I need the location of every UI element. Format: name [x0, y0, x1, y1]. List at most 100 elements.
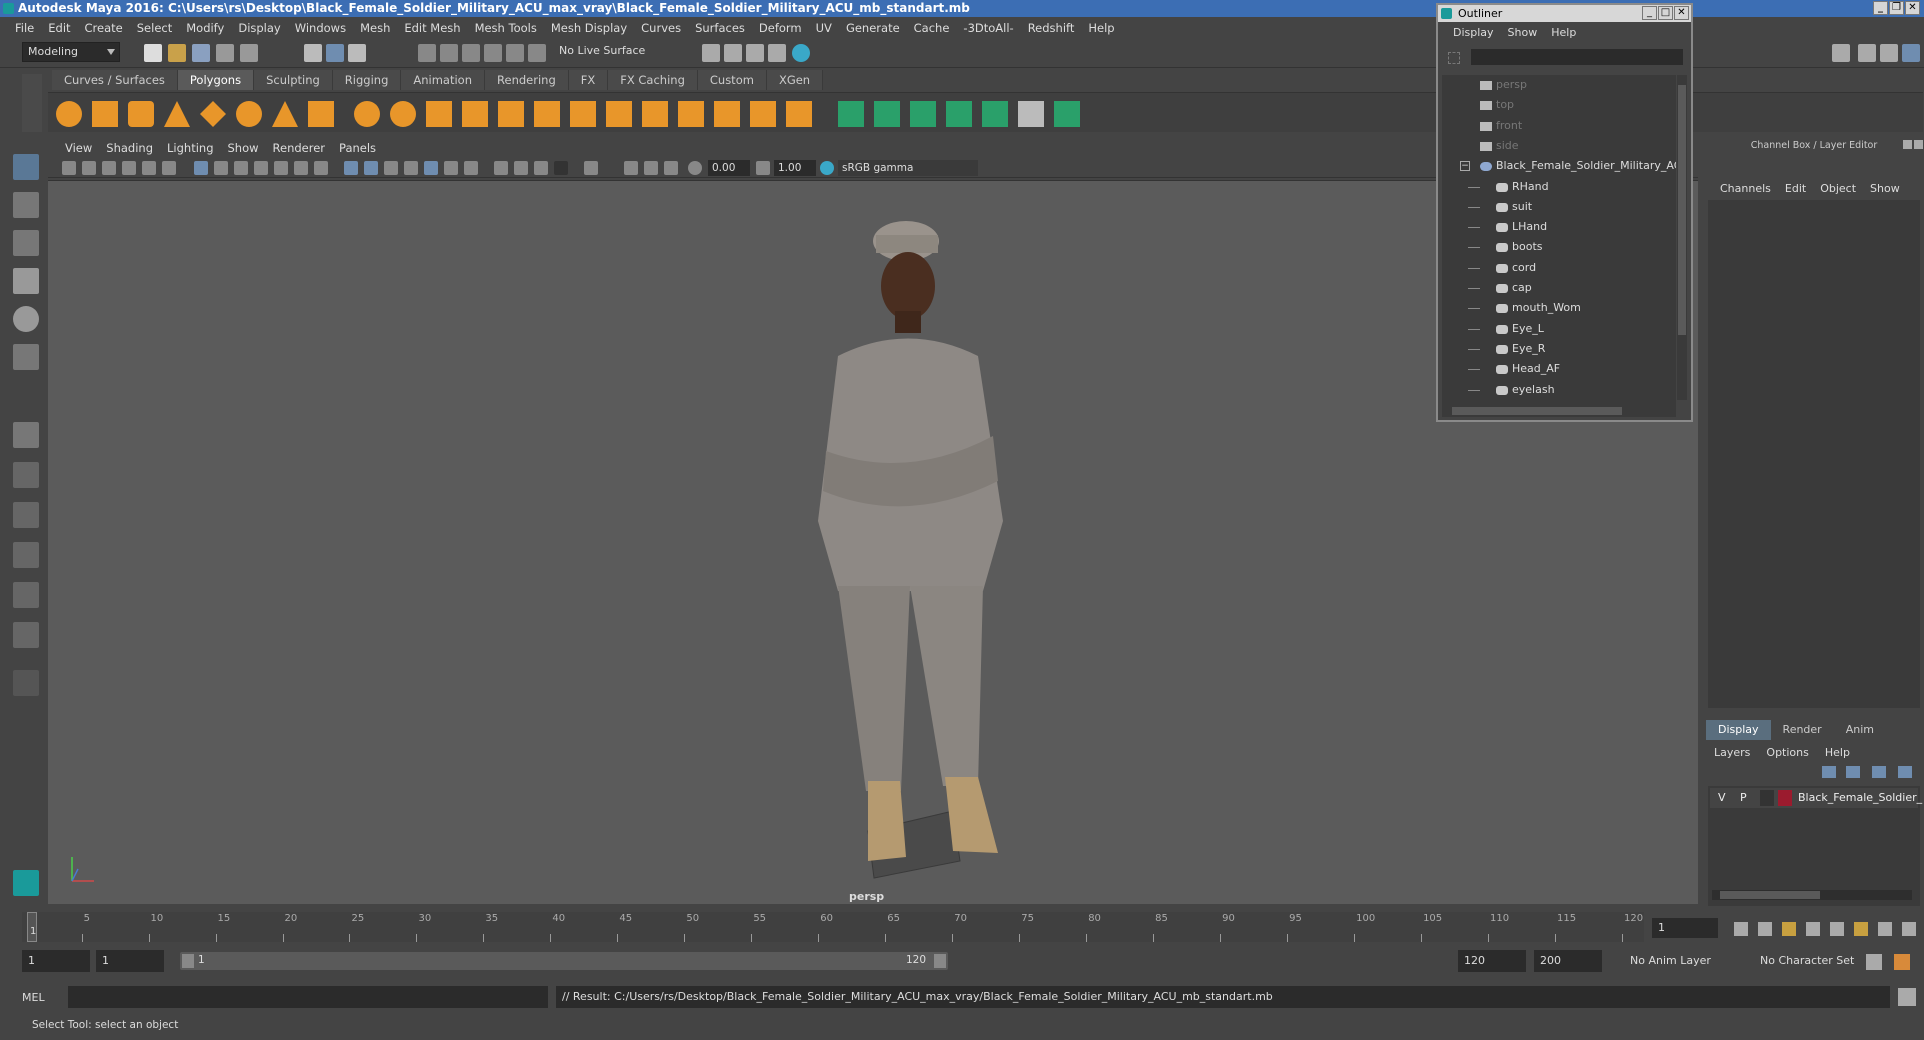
- channelbox-menu-show[interactable]: Show: [1864, 182, 1908, 195]
- grid-icon[interactable]: [194, 161, 208, 175]
- outliner-menu-help[interactable]: Help: [1544, 26, 1583, 39]
- new-scene-icon[interactable]: [144, 44, 162, 62]
- filter-icon[interactable]: [1448, 52, 1460, 64]
- undo-icon[interactable]: [216, 44, 234, 62]
- color-management-icon[interactable]: [820, 161, 834, 175]
- poly-plane-icon[interactable]: [200, 101, 226, 127]
- shelf-tab-xgen[interactable]: XGen: [766, 70, 824, 90]
- live-surface-field[interactable]: No Live Surface: [554, 42, 654, 62]
- poly-cone-icon[interactable]: [164, 101, 190, 127]
- poly-cube-icon[interactable]: [92, 101, 118, 127]
- bridge-icon[interactable]: [606, 101, 632, 127]
- outliner-item[interactable]: Eye_R: [1442, 339, 1676, 359]
- wireframe-icon[interactable]: [344, 161, 358, 175]
- xray-active-icon[interactable]: [644, 161, 658, 175]
- bevel-icon[interactable]: [570, 101, 596, 127]
- attribute-editor-icon[interactable]: [1858, 44, 1876, 62]
- outliner-item[interactable]: cord: [1442, 258, 1676, 278]
- shelf-tab-sculpting[interactable]: Sculpting: [254, 70, 333, 90]
- collapse-toggle[interactable]: −: [1460, 161, 1470, 172]
- select-tool-icon[interactable]: [13, 154, 39, 180]
- outliner-close-button[interactable]: ✕: [1674, 6, 1689, 20]
- shelf-tab-fx[interactable]: FX: [568, 70, 609, 90]
- safe-action-icon[interactable]: [294, 161, 308, 175]
- render-settings-icon[interactable]: [768, 44, 786, 62]
- persp-outliner-icon[interactable]: [13, 502, 39, 528]
- move-layer-up-icon[interactable]: [1822, 766, 1836, 778]
- anti-aliasing-icon[interactable]: [534, 161, 548, 175]
- shadows-icon[interactable]: [464, 161, 478, 175]
- shelf-tab-rendering[interactable]: Rendering: [485, 70, 569, 90]
- channelbox-menu-edit[interactable]: Edit: [1779, 182, 1814, 195]
- image-plane-icon[interactable]: [122, 161, 136, 175]
- menu-surfaces[interactable]: Surfaces: [688, 21, 752, 35]
- viewport-menu-shading[interactable]: Shading: [99, 141, 160, 155]
- exposure-field[interactable]: 0.00: [708, 160, 750, 176]
- select-hierarchy-icon[interactable]: [304, 44, 322, 62]
- layer-tab-render[interactable]: Render: [1771, 720, 1834, 740]
- outliner-item[interactable]: LHand: [1442, 217, 1676, 237]
- menu-help[interactable]: Help: [1081, 21, 1121, 35]
- outliner-vertical-scrollbar[interactable]: [1677, 75, 1687, 400]
- color-space-dropdown[interactable]: sRGB gamma: [838, 160, 978, 176]
- menu-edit[interactable]: Edit: [41, 21, 77, 35]
- poly-torus-icon[interactable]: [236, 101, 262, 127]
- layer-scrollbar[interactable]: [1712, 890, 1912, 900]
- playback-end-field[interactable]: 120: [1458, 950, 1526, 972]
- menu-mesh-display[interactable]: Mesh Display: [544, 21, 634, 35]
- play-backwards-icon[interactable]: [1806, 922, 1820, 936]
- menu-redshift[interactable]: Redshift: [1021, 21, 1082, 35]
- uv-automatic-icon[interactable]: [946, 101, 972, 127]
- menu-3dtoall[interactable]: -3DtoAll-: [956, 21, 1020, 35]
- xray-icon[interactable]: [404, 161, 418, 175]
- step-forward-key-icon[interactable]: [1878, 922, 1892, 936]
- scene-start-field[interactable]: 1: [22, 950, 90, 972]
- menu-cache[interactable]: Cache: [907, 21, 957, 35]
- resolution-gate-icon[interactable]: [234, 161, 248, 175]
- anim-layer-dropdown[interactable]: No Anim Layer: [1624, 950, 1748, 972]
- range-slider[interactable]: 1 120: [180, 952, 948, 970]
- exposure-icon[interactable]: [688, 161, 702, 175]
- layer-name[interactable]: Black_Female_Soldier_: [1798, 788, 1922, 808]
- auto-key-icon[interactable]: [1866, 954, 1882, 970]
- outliner-horizontal-scrollbar[interactable]: [1442, 405, 1676, 417]
- snap-point-icon[interactable]: [462, 44, 480, 62]
- outliner-menu-display[interactable]: Display: [1446, 26, 1501, 39]
- move-layer-down-icon[interactable]: [1846, 766, 1860, 778]
- script-language-toggle[interactable]: MEL: [22, 988, 45, 1008]
- menu-generate[interactable]: Generate: [839, 21, 907, 35]
- viewport-menu-panels[interactable]: Panels: [332, 141, 383, 155]
- uv-cylindrical-icon[interactable]: [874, 101, 900, 127]
- go-to-end-icon[interactable]: [1902, 922, 1916, 936]
- select-camera-icon[interactable]: [62, 161, 76, 175]
- layer-menu-options[interactable]: Options: [1758, 746, 1816, 759]
- menu-display[interactable]: Display: [231, 21, 287, 35]
- ambient-occlusion-icon[interactable]: [494, 161, 508, 175]
- shelf-tab-custom[interactable]: Custom: [697, 70, 767, 90]
- viewport-menu-view[interactable]: View: [58, 141, 99, 155]
- layout-options-icon[interactable]: [13, 670, 39, 696]
- outliner-minimize-button[interactable]: _: [1642, 6, 1657, 20]
- shelf-tab-curves-surfaces[interactable]: Curves / Surfaces: [52, 70, 178, 90]
- select-object-icon[interactable]: [326, 44, 344, 62]
- menu-select[interactable]: Select: [130, 21, 179, 35]
- poly-pyramid-icon[interactable]: [272, 101, 298, 127]
- current-frame-field[interactable]: 1: [1652, 918, 1718, 938]
- menu-mesh[interactable]: Mesh: [353, 21, 397, 35]
- two-d-pan-icon[interactable]: [142, 161, 156, 175]
- range-start-handle[interactable]: [182, 954, 194, 968]
- viewport-menu-renderer[interactable]: Renderer: [266, 141, 333, 155]
- shelf-tab-polygons[interactable]: Polygons: [177, 70, 255, 90]
- uv-layout-icon[interactable]: [13, 622, 39, 648]
- depth-of-field-icon[interactable]: [554, 161, 568, 175]
- uv-spherical-icon[interactable]: [910, 101, 936, 127]
- outliner-item[interactable]: side: [1442, 136, 1676, 156]
- close-button[interactable]: ✕: [1905, 1, 1920, 15]
- outliner-item[interactable]: RHand: [1442, 177, 1676, 197]
- layer-playback-toggle[interactable]: P: [1740, 788, 1747, 808]
- menu-create[interactable]: Create: [78, 21, 130, 35]
- outliner-item[interactable]: top: [1442, 95, 1676, 115]
- go-to-start-icon[interactable]: [1734, 922, 1748, 936]
- checker-icon[interactable]: [1018, 101, 1044, 127]
- restore-button[interactable]: ❐: [1889, 1, 1904, 15]
